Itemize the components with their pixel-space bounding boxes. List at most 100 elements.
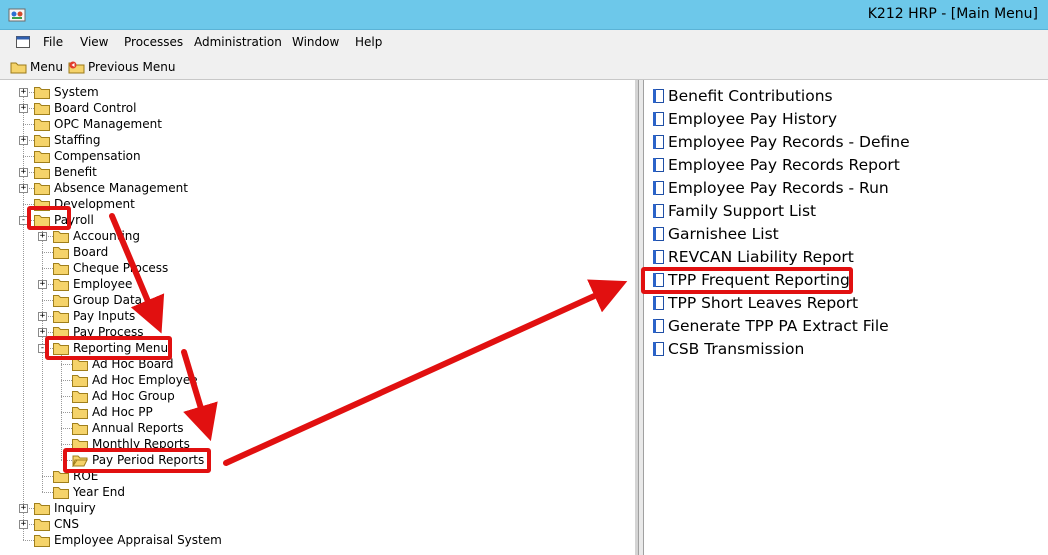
tree-item[interactable]: Accounting xyxy=(53,228,140,244)
tree-item-label: Staffing xyxy=(54,133,101,147)
tree-item-label: Ad Hoc PP xyxy=(92,405,153,419)
tree-item[interactable]: Board Control xyxy=(34,100,136,116)
tree-item[interactable]: Annual Reports xyxy=(72,420,184,436)
tree-item[interactable]: Inquiry xyxy=(34,500,96,516)
tree-connector-line xyxy=(42,492,53,493)
tree-item-label: Inquiry xyxy=(54,501,96,515)
expand-icon[interactable]: + xyxy=(19,520,28,529)
report-item[interactable]: CSB Transmission xyxy=(652,338,804,360)
tree-item-label: Group Data xyxy=(73,293,142,307)
tree-connector-line xyxy=(61,412,72,413)
report-item-label: REVCAN Liability Report xyxy=(668,248,854,266)
tree-item[interactable]: OPC Management xyxy=(34,116,162,132)
tree-item[interactable]: System xyxy=(34,84,99,100)
tree-item[interactable]: Group Data xyxy=(53,292,142,308)
report-item-label: TPP Short Leaves Report xyxy=(668,294,859,312)
report-item[interactable]: TPP Short Leaves Report xyxy=(652,292,858,314)
menu-help[interactable]: Help xyxy=(355,35,382,49)
expand-icon[interactable]: + xyxy=(19,168,28,177)
folder-icon xyxy=(53,262,69,275)
tree-item[interactable]: Board xyxy=(53,244,108,260)
previous-menu-button[interactable]: Previous Menu xyxy=(68,59,175,75)
tree-connector-line xyxy=(42,252,53,253)
tree-item-label: Absence Management xyxy=(54,181,188,195)
toolbar: Menu Previous Menu xyxy=(0,54,1048,80)
tree-item[interactable]: Ad Hoc PP xyxy=(72,404,153,420)
report-page-icon xyxy=(653,158,664,172)
expand-icon[interactable]: + xyxy=(19,104,28,113)
report-item[interactable]: Generate TPP PA Extract File xyxy=(652,315,889,337)
tree-item[interactable]: Cheque Process xyxy=(53,260,168,276)
report-item[interactable]: Family Support List xyxy=(652,200,816,222)
menu-view[interactable]: View xyxy=(80,35,108,49)
tree-item[interactable]: Benefit xyxy=(34,164,97,180)
tree-item[interactable]: CNS xyxy=(34,516,79,532)
report-item-label: Family Support List xyxy=(668,202,817,220)
folder-icon xyxy=(34,518,50,531)
menu-tree-panel[interactable]: + System + Board Control OPC Management + Staf… xyxy=(0,80,638,555)
tree-item-label: Annual Reports xyxy=(92,421,184,435)
highlight-reporting-menu xyxy=(45,336,172,360)
report-page-icon xyxy=(653,319,664,333)
report-page-icon xyxy=(653,342,664,356)
expand-icon[interactable]: + xyxy=(38,232,47,241)
expand-icon[interactable]: + xyxy=(19,184,28,193)
window-title: K212 HRP - [Main Menu] xyxy=(867,6,1038,22)
folder-icon xyxy=(53,278,69,291)
report-page-icon xyxy=(653,250,664,264)
folder-icon xyxy=(72,390,88,403)
tree-item-label: Board xyxy=(73,245,109,259)
app-icon[interactable] xyxy=(8,7,26,23)
menu-button[interactable]: Menu xyxy=(10,59,63,75)
expand-icon[interactable]: + xyxy=(38,280,47,289)
report-item[interactable]: REVCAN Liability Report xyxy=(652,246,854,268)
tree-item-label: Employee Appraisal System xyxy=(54,533,222,547)
tree-item-label: CNS xyxy=(54,517,79,531)
folder-icon xyxy=(53,486,69,499)
tree-item-label: Cheque Process xyxy=(73,261,169,275)
expand-icon[interactable]: + xyxy=(19,504,28,513)
folder-icon xyxy=(72,406,88,419)
tree-item[interactable]: Staffing xyxy=(34,132,101,148)
menu-file[interactable]: File xyxy=(43,35,63,49)
tree-item[interactable]: Absence Management xyxy=(34,180,188,196)
report-item-label: Employee Pay Records - Run xyxy=(668,179,889,197)
report-item[interactable]: Employee Pay Records - Define xyxy=(652,131,910,153)
tree-item[interactable]: Employee Appraisal System xyxy=(34,532,222,548)
document-icon[interactable] xyxy=(16,36,30,48)
report-item-label: Employee Pay Records - Define xyxy=(668,133,910,151)
tree-item[interactable]: Employee xyxy=(53,276,132,292)
tree-item[interactable]: Year End xyxy=(53,484,125,500)
expand-icon[interactable]: + xyxy=(38,312,47,321)
report-item-label: Garnishee List xyxy=(668,225,779,243)
report-page-icon xyxy=(653,227,664,241)
tree-item-label: Employee xyxy=(73,277,133,291)
folder-icon xyxy=(34,102,50,115)
report-page-icon xyxy=(653,135,664,149)
report-item[interactable]: Garnishee List xyxy=(652,223,779,245)
report-list-panel[interactable]: Benefit Contributions Employee Pay Histor… xyxy=(644,80,1048,555)
report-item[interactable]: Benefit Contributions xyxy=(652,85,833,107)
menu-button-label: Menu xyxy=(30,60,63,74)
report-item[interactable]: Employee Pay Records Report xyxy=(652,154,900,176)
highlight-tpp-frequent-reporting xyxy=(641,267,853,294)
menu-window[interactable]: Window xyxy=(292,35,339,49)
report-item[interactable]: Employee Pay Records - Run xyxy=(652,177,889,199)
folder-icon xyxy=(72,374,88,387)
tree-connector-line xyxy=(42,224,43,492)
menu-administration[interactable]: Administration xyxy=(194,35,282,49)
expand-icon[interactable]: + xyxy=(19,136,28,145)
highlight-pay-period-reports xyxy=(63,448,211,473)
menu-processes[interactable]: Processes xyxy=(124,35,183,49)
tree-item[interactable]: Compensation xyxy=(34,148,141,164)
tree-connector-line xyxy=(42,300,53,301)
folder-icon xyxy=(53,294,69,307)
expand-icon[interactable]: + xyxy=(19,88,28,97)
tree-item[interactable]: Ad Hoc Employee xyxy=(72,372,198,388)
tree-item-label: Compensation xyxy=(54,149,141,163)
report-item[interactable]: Employee Pay History xyxy=(652,108,837,130)
tree-item[interactable]: Ad Hoc Group xyxy=(72,388,175,404)
report-page-icon xyxy=(653,89,664,103)
tree-item[interactable]: Pay Inputs xyxy=(53,308,135,324)
folder-icon xyxy=(34,182,50,195)
